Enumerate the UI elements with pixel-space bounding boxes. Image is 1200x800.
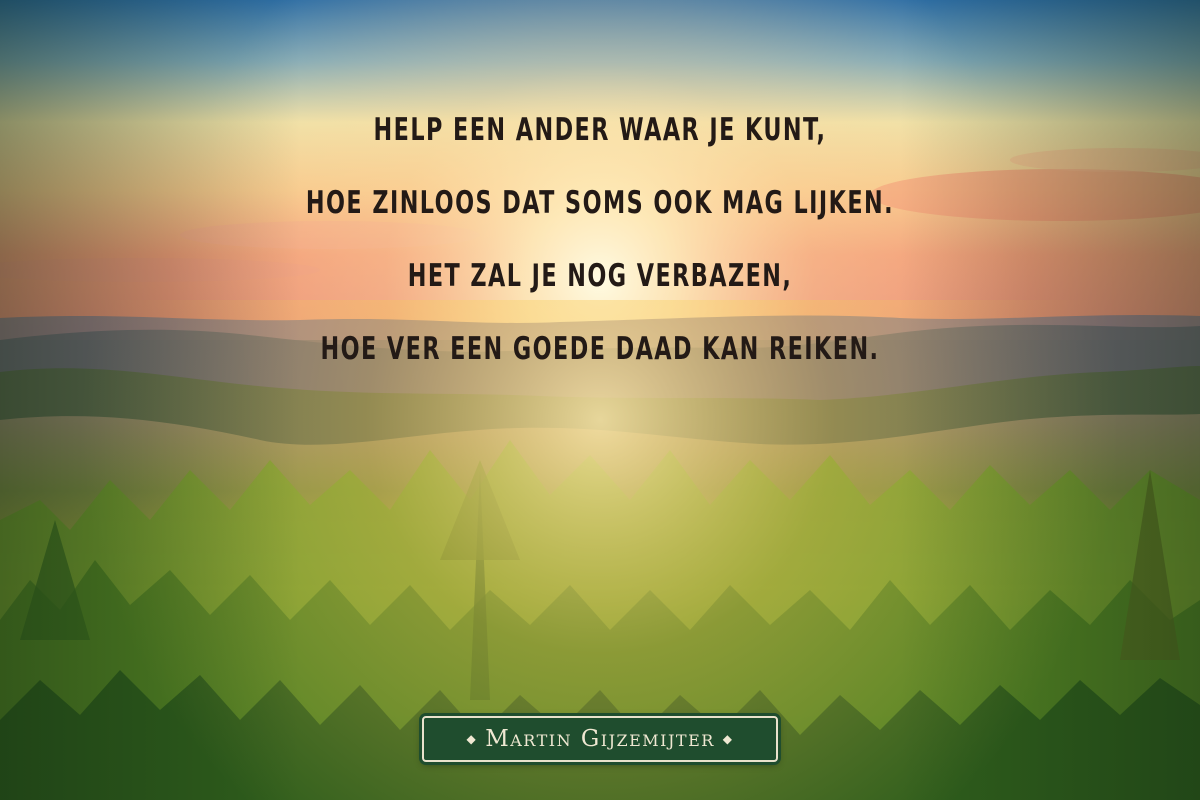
quote-image: Help een ander waar je kunt, hoe zinloos…: [0, 0, 1200, 800]
quote-line-3: Het zal je nog verbazen,: [407, 258, 793, 294]
author-name: Martin Gijzemijter: [485, 726, 715, 752]
ornament-right-icon: ◆: [722, 732, 734, 746]
quote-line-4: hoe ver een goede daad kan reiken.: [320, 331, 880, 367]
quote-line-1: Help een ander waar je kunt,: [373, 112, 827, 148]
author-signature-badge: ◆ Martin Gijzemijter ◆: [422, 716, 778, 762]
ornament-left-icon: ◆: [466, 732, 478, 746]
quote-line-2: hoe zinloos dat soms ook mag lijken.: [305, 185, 895, 221]
poem-quote: Help een ander waar je kunt, hoe zinloos…: [168, 100, 1032, 392]
